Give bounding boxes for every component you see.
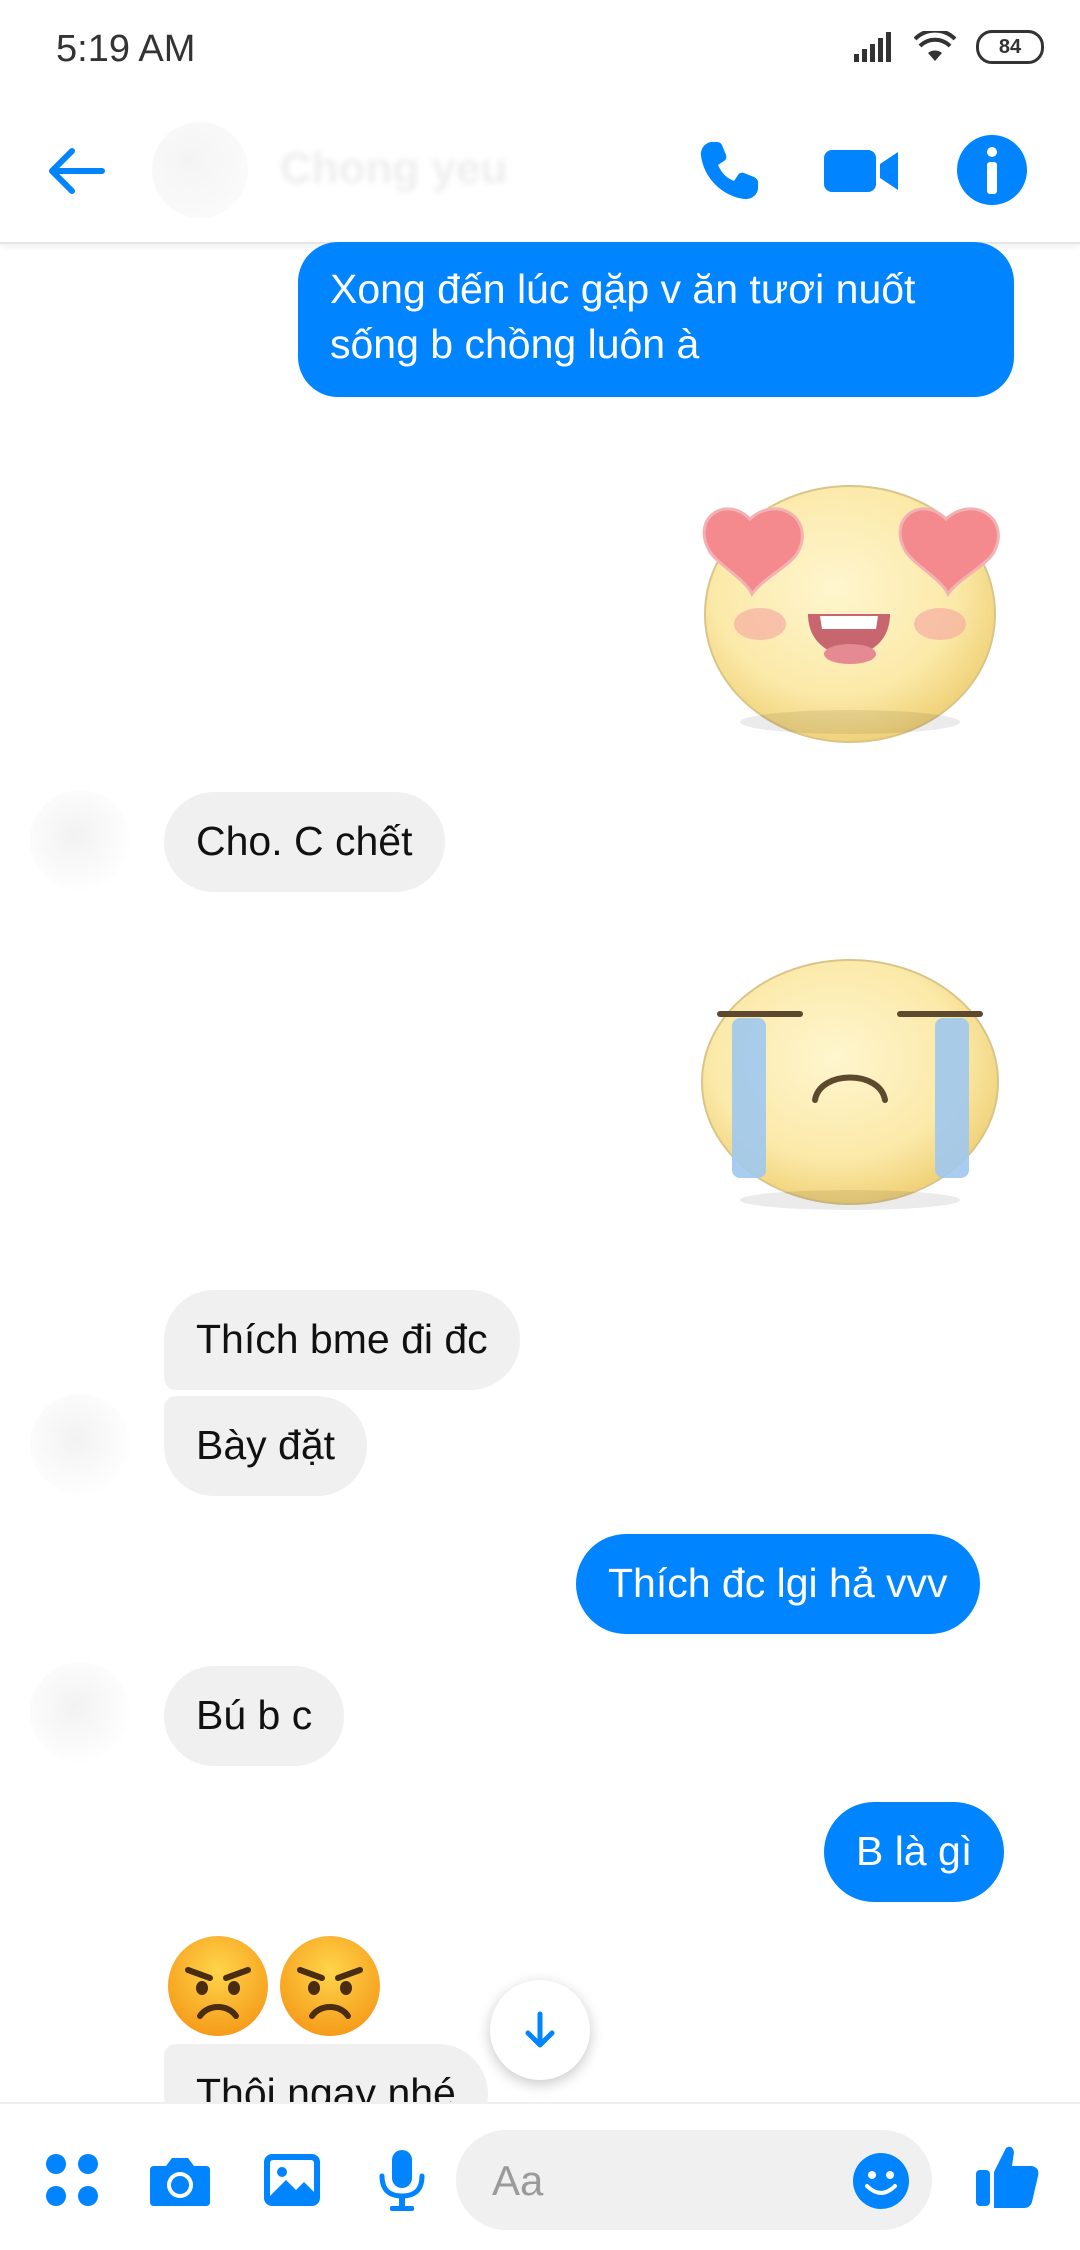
scroll-to-bottom-button[interactable] bbox=[490, 1980, 590, 2080]
message-text-line: sống b chồng luôn à bbox=[330, 321, 700, 367]
message-input[interactable] bbox=[490, 2152, 794, 2210]
angry-face-emoji bbox=[168, 1936, 268, 2036]
contact-avatar[interactable] bbox=[152, 122, 248, 218]
emoji-icon[interactable] bbox=[852, 2152, 910, 2210]
outgoing-message-bubble[interactable]: Thích đc lgi hả vvv bbox=[576, 1534, 980, 1634]
info-icon[interactable] bbox=[954, 132, 1030, 208]
message-text-line: Xong đến lúc gặp v ăn tươi nuốt bbox=[330, 266, 916, 312]
sender-avatar[interactable] bbox=[30, 790, 130, 890]
wifi-icon bbox=[914, 31, 956, 61]
outgoing-message-bubble[interactable]: B là gì bbox=[824, 1802, 1005, 1902]
phone-icon[interactable] bbox=[692, 134, 766, 208]
message-input-container[interactable] bbox=[456, 2130, 932, 2230]
crying-sticker[interactable] bbox=[690, 952, 1010, 1212]
back-arrow-icon[interactable] bbox=[40, 136, 110, 206]
emoji-message[interactable] bbox=[166, 1934, 382, 2038]
status-bar: 5:19 AM 84 bbox=[0, 0, 1080, 100]
incoming-message-bubble[interactable]: Bú b c bbox=[164, 1666, 345, 1766]
incoming-message-bubble[interactable]: Bày đặt bbox=[164, 1396, 368, 1496]
message-text: Bú b c bbox=[196, 1692, 313, 1738]
incoming-message-bubble[interactable]: Cho. C chết bbox=[164, 792, 445, 892]
video-camera-icon[interactable] bbox=[822, 134, 902, 208]
contact-name[interactable]: Chong yeu bbox=[280, 144, 507, 194]
outgoing-message-bubble[interactable]: Xong đến lúc gặp v ăn tươi nuốt sống b c… bbox=[298, 242, 1014, 397]
conversation-header: Chong yeu bbox=[0, 100, 1080, 244]
signal-icon bbox=[854, 32, 891, 62]
thumbs-up-icon[interactable] bbox=[972, 2140, 1044, 2212]
incoming-message-bubble[interactable]: Thích bme đi đc bbox=[164, 1290, 520, 1390]
battery-indicator: 84 bbox=[976, 30, 1044, 64]
sender-avatar[interactable] bbox=[30, 1394, 130, 1494]
message-text: Thích đc lgi hả vvv bbox=[608, 1560, 948, 1606]
heart-eyes-sticker[interactable] bbox=[690, 464, 1010, 744]
menu-dots-icon[interactable] bbox=[40, 2148, 104, 2212]
incoming-message-bubble[interactable]: Thôi ngay nhé bbox=[164, 2044, 488, 2102]
gallery-icon[interactable] bbox=[260, 2148, 324, 2212]
sender-avatar[interactable] bbox=[30, 1662, 130, 1762]
angry-face-emoji bbox=[280, 1936, 380, 2036]
microphone-icon[interactable] bbox=[370, 2148, 434, 2212]
message-text: Cho. C chết bbox=[196, 818, 413, 864]
message-text: Bày đặt bbox=[196, 1422, 336, 1468]
message-text: Thích bme đi đc bbox=[196, 1316, 488, 1362]
message-text: Thôi ngay nhé bbox=[196, 2070, 456, 2102]
message-text: B là gì bbox=[856, 1828, 973, 1874]
message-list[interactable]: Xong đến lúc gặp v ăn tươi nuốt sống b c… bbox=[0, 242, 1080, 2102]
camera-icon[interactable] bbox=[148, 2148, 212, 2212]
arrow-down-icon bbox=[525, 2011, 555, 2048]
status-time: 5:19 AM bbox=[56, 28, 196, 70]
status-icons: 84 bbox=[854, 30, 1044, 64]
message-composer bbox=[0, 2102, 1080, 2250]
